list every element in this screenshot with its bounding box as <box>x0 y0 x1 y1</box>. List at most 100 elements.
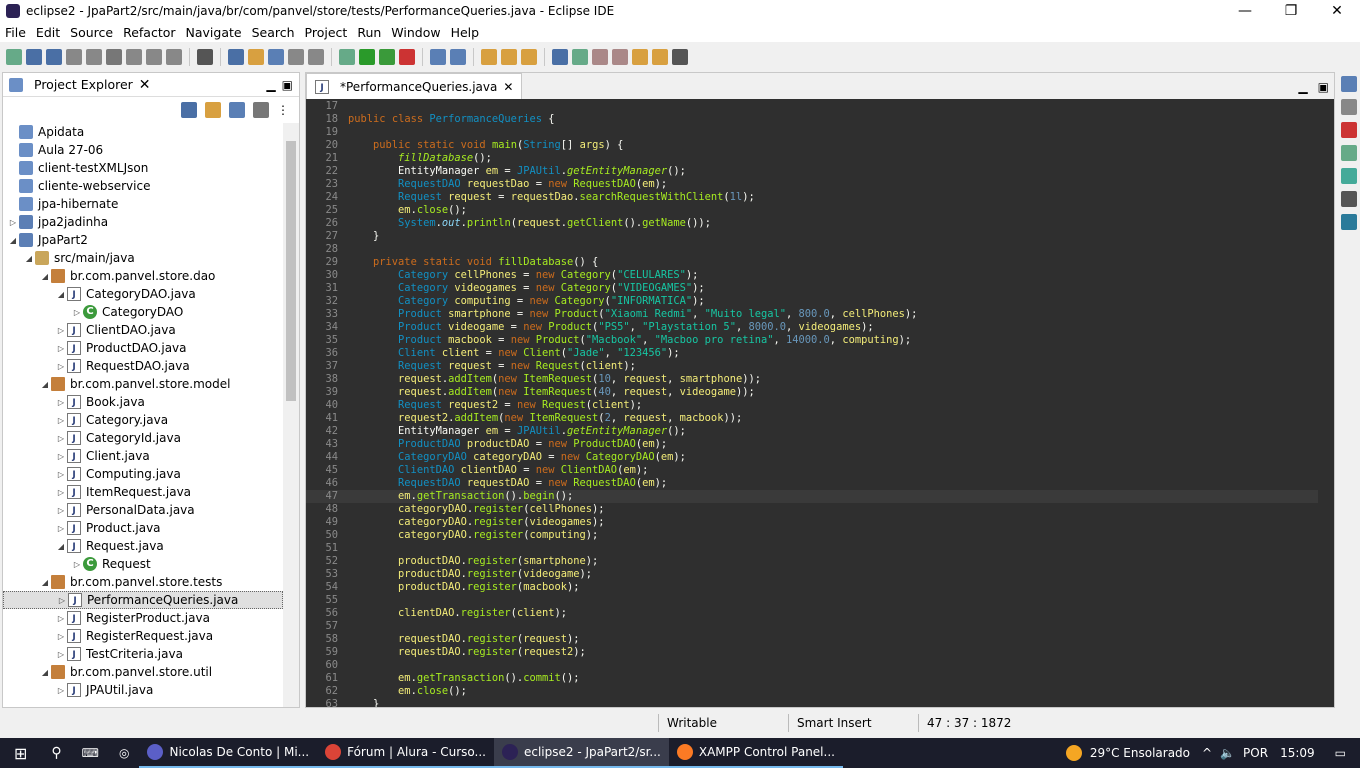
code-line[interactable]: 47 em.getTransaction().begin(); <box>306 490 1318 503</box>
toolbar-button-icon[interactable] <box>379 49 395 65</box>
tree-item[interactable]: ▷ C Request <box>3 555 283 573</box>
code-line[interactable]: 51 <box>306 542 1318 555</box>
menu-search[interactable]: Search <box>247 25 300 40</box>
code-line[interactable]: 24 Request request = requestDao.searchRe… <box>306 191 1318 204</box>
tree-item[interactable]: client-testXMLJson <box>3 159 283 177</box>
tree-item[interactable]: ◢ J CategoryDAO.java <box>3 285 283 303</box>
expand-arrow-icon[interactable]: ▷ <box>55 362 67 371</box>
expand-arrow-icon[interactable]: ▷ <box>55 506 67 515</box>
expand-arrow-icon[interactable]: ▷ <box>55 650 67 659</box>
servers-icon[interactable] <box>1341 214 1357 230</box>
code-line[interactable]: 21 fillDatabase(); <box>306 152 1318 165</box>
code-line[interactable]: 25 em.close(); <box>306 204 1318 217</box>
code-line[interactable]: 17 <box>306 100 1318 113</box>
tree-item[interactable]: ◢ br.com.panvel.store.dao <box>3 267 283 285</box>
collapse-arrow-icon[interactable]: ◢ <box>55 542 67 551</box>
toolbar-button-icon[interactable] <box>248 49 264 65</box>
toolbar-button-icon[interactable] <box>672 49 688 65</box>
toolbar-button-icon[interactable] <box>166 49 182 65</box>
close-button[interactable]: ✕ <box>1314 3 1360 19</box>
toolbar-button-icon[interactable] <box>126 49 142 65</box>
code-line[interactable]: 27 } <box>306 230 1318 243</box>
tree-item[interactable]: ◢ br.com.panvel.store.model <box>3 375 283 393</box>
tree-item[interactable]: Aula 27-06 <box>3 141 283 159</box>
start-button[interactable]: ⊞ <box>0 744 41 763</box>
code-line[interactable]: 37 Request request = new Request(client)… <box>306 360 1318 373</box>
task-list-icon[interactable] <box>1341 99 1357 115</box>
console-icon[interactable] <box>1341 191 1357 207</box>
expand-arrow-icon[interactable]: ▷ <box>55 434 67 443</box>
code-line[interactable]: 35 Product macbook = new Product("Macboo… <box>306 334 1318 347</box>
search-icon[interactable]: ⚲ <box>41 745 71 761</box>
expand-arrow-icon[interactable]: ▷ <box>55 452 67 461</box>
outline-icon[interactable] <box>1341 76 1357 92</box>
tree-item[interactable]: ▷ J ClientDAO.java <box>3 321 283 339</box>
taskbar-app[interactable]: XAMPP Control Panel... <box>668 738 843 768</box>
code-line[interactable]: 61 em.getTransaction().commit(); <box>306 672 1318 685</box>
close-tab-icon[interactable]: ✕ <box>139 77 151 93</box>
code-line[interactable]: 60 <box>306 659 1318 672</box>
collapse-all-icon[interactable] <box>181 102 197 118</box>
app-icon[interactable]: ◎ <box>109 746 139 760</box>
code-line[interactable]: 63 } <box>306 698 1318 707</box>
expand-arrow-icon[interactable]: ▷ <box>55 326 67 335</box>
expand-arrow-icon[interactable]: ▷ <box>56 596 68 605</box>
tree-item[interactable]: ◢ br.com.panvel.store.util <box>3 663 283 681</box>
expand-arrow-icon[interactable]: ▷ <box>71 560 83 569</box>
declaration-icon[interactable] <box>1341 168 1357 184</box>
code-line[interactable]: 18 public class PerformanceQueries { <box>306 113 1318 126</box>
code-line[interactable]: 36 Client client = new Client("Jade", "1… <box>306 347 1318 360</box>
maximize-editor-icon[interactable]: ▣ <box>1313 75 1334 99</box>
project-explorer-tab[interactable]: Project Explorer ✕ ▁ ▣ <box>3 73 299 97</box>
view-menu-icon[interactable]: ⋮ <box>277 103 289 117</box>
toolbar-button-icon[interactable] <box>359 49 375 65</box>
code-line[interactable]: 40 Request request2 = new Request(client… <box>306 399 1318 412</box>
expand-arrow-icon[interactable]: ▷ <box>55 488 67 497</box>
minimize-editor-icon[interactable]: ▁ <box>1293 75 1312 99</box>
toolbar-button-icon[interactable] <box>6 49 22 65</box>
code-line[interactable]: 58 requestDAO.register(request); <box>306 633 1318 646</box>
toolbar-button-icon[interactable] <box>521 49 537 65</box>
tree-item[interactable]: ▷ C CategoryDAO <box>3 303 283 321</box>
editor-scrollbar[interactable] <box>1318 100 1334 707</box>
code-line[interactable]: 42 EntityManager em = JPAUtil.getEntityM… <box>306 425 1318 438</box>
menu-navigate[interactable]: Navigate <box>181 25 247 40</box>
code-line[interactable]: 34 Product videogame = new Product("PS5"… <box>306 321 1318 334</box>
collapse-arrow-icon[interactable]: ◢ <box>39 668 51 677</box>
code-line[interactable]: 45 ClientDAO clientDAO = new ClientDAO(e… <box>306 464 1318 477</box>
explorer-scrollbar[interactable] <box>283 123 299 707</box>
menu-project[interactable]: Project <box>300 25 353 40</box>
menu-source[interactable]: Source <box>65 25 118 40</box>
toolbar-button-icon[interactable] <box>86 49 102 65</box>
maximize-button[interactable]: ❐ <box>1268 3 1314 19</box>
code-line[interactable]: 56 clientDAO.register(client); <box>306 607 1318 620</box>
code-line[interactable]: 46 RequestDAO requestDAO = new RequestDA… <box>306 477 1318 490</box>
toolbar-button-icon[interactable] <box>399 49 415 65</box>
taskbar-app[interactable]: Fórum | Alura - Curso... <box>317 738 494 768</box>
weather-text[interactable]: 29°C Ensolarado <box>1090 746 1190 760</box>
code-line[interactable]: 50 categoryDAO.register(computing); <box>306 529 1318 542</box>
collapse-arrow-icon[interactable]: ◢ <box>7 236 19 245</box>
expand-arrow-icon[interactable]: ▷ <box>55 398 67 407</box>
tree-item[interactable]: ▷ J RegisterProduct.java <box>3 609 283 627</box>
toolbar-button-icon[interactable] <box>288 49 304 65</box>
tree-item[interactable]: ▷ J Product.java <box>3 519 283 537</box>
code-line[interactable]: 48 categoryDAO.register(cellPhones); <box>306 503 1318 516</box>
toolbar-button-icon[interactable] <box>612 49 628 65</box>
maximize-view-icon[interactable]: ▣ <box>282 78 293 92</box>
tree-item[interactable]: ▷ J PerformanceQueries.java <box>3 591 283 609</box>
tree-item[interactable]: ◢ JpaPart2 <box>3 231 283 249</box>
code-line[interactable]: 28 <box>306 243 1318 256</box>
tree-item[interactable]: Apidata <box>3 123 283 141</box>
focus-icon[interactable] <box>253 102 269 118</box>
code-line[interactable]: 19 <box>306 126 1318 139</box>
toolbar-button-icon[interactable] <box>572 49 588 65</box>
javadoc-icon[interactable] <box>1341 145 1357 161</box>
toolbar-button-icon[interactable] <box>66 49 82 65</box>
toolbar-button-icon[interactable] <box>450 49 466 65</box>
taskbar-app[interactable]: Nicolas De Conto | Mi... <box>139 738 318 768</box>
menu-run[interactable]: Run <box>352 25 386 40</box>
editor-tab-performancequeries[interactable]: J *PerformanceQueries.java ✕ <box>306 73 523 99</box>
expand-arrow-icon[interactable]: ▷ <box>55 632 67 641</box>
code-line[interactable]: 29 private static void fillDatabase() { <box>306 256 1318 269</box>
